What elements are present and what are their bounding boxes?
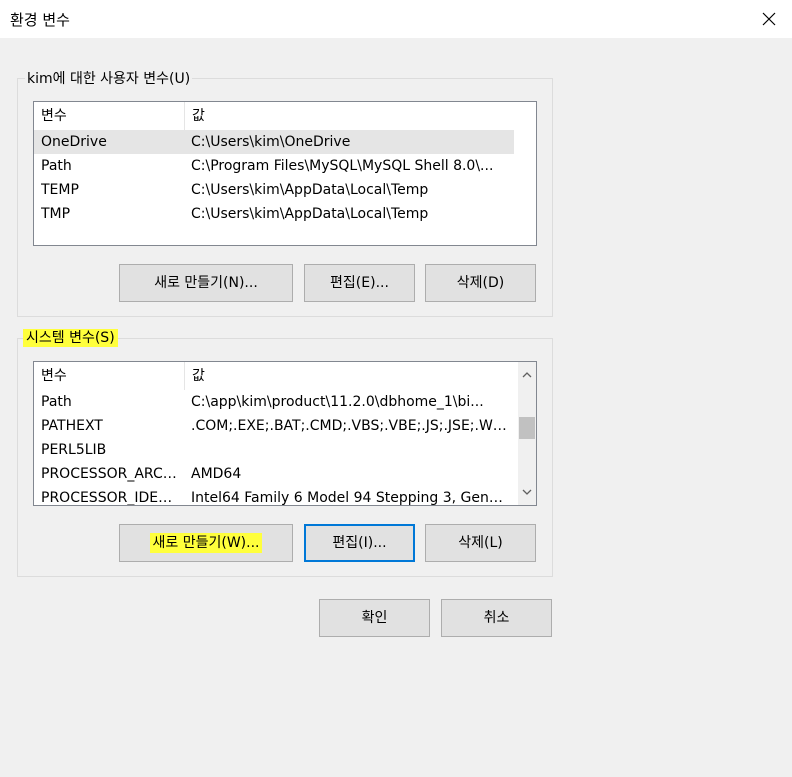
table-row[interactable]: Path C:\Program Files\MySQL\MySQL Shell … bbox=[34, 154, 536, 178]
table-row[interactable]: PROCESSOR_IDENT... Intel64 Family 6 Mode… bbox=[34, 486, 536, 506]
system-new-button[interactable]: 새로 만들기(W)... bbox=[119, 524, 293, 562]
system-delete-button[interactable]: 삭제(L) bbox=[425, 524, 536, 562]
user-new-button[interactable]: 새로 만들기(N)... bbox=[119, 264, 293, 302]
table-row[interactable]: PERL5LIB bbox=[34, 438, 536, 462]
column-header-value[interactable]: 값 bbox=[185, 362, 205, 390]
window-title: 환경 변수 bbox=[10, 11, 70, 29]
variable-value: C:\Users\kim\AppData\Local\Temp bbox=[191, 206, 429, 222]
table-row[interactable]: TMP C:\Users\kim\AppData\Local\Temp bbox=[34, 202, 536, 226]
close-button[interactable] bbox=[746, 0, 792, 38]
table-row[interactable]: TEMP C:\Users\kim\AppData\Local\Temp bbox=[34, 178, 536, 202]
variable-name: PATHEXT bbox=[41, 418, 103, 434]
user-delete-button[interactable]: 삭제(D) bbox=[425, 264, 536, 302]
variable-name: OneDrive bbox=[41, 134, 107, 150]
scroll-up-button[interactable] bbox=[518, 366, 536, 384]
variable-name: Path bbox=[41, 158, 72, 174]
scroll-down-button[interactable] bbox=[518, 483, 536, 501]
chevron-up-icon bbox=[522, 372, 532, 378]
cancel-button[interactable]: 취소 bbox=[441, 599, 552, 637]
variable-name: PERL5LIB bbox=[41, 442, 107, 458]
variable-value: AMD64 bbox=[191, 466, 242, 482]
variable-value: C:\Users\kim\AppData\Local\Temp bbox=[191, 182, 429, 198]
title-bar: 환경 변수 bbox=[0, 0, 792, 38]
user-edit-button[interactable]: 편집(E)... bbox=[304, 264, 415, 302]
variable-value: C:\app\kim\product\11.2.0\dbhome_1\bi... bbox=[191, 394, 484, 410]
table-row[interactable]: PROCESSOR_ARCH... AMD64 bbox=[34, 462, 536, 486]
variable-value: Intel64 Family 6 Model 94 Stepping 3, Ge… bbox=[191, 490, 509, 506]
variable-name: Path bbox=[41, 394, 72, 410]
variable-value: C:\Program Files\MySQL\MySQL Shell 8.0\.… bbox=[191, 158, 494, 174]
variable-value: .COM;.EXE;.BAT;.CMD;.VBS;.VBE;.JS;.JSE;.… bbox=[191, 418, 509, 434]
scroll-thumb[interactable] bbox=[519, 417, 535, 439]
chevron-down-icon bbox=[522, 489, 532, 495]
variable-name: PROCESSOR_ARCH... bbox=[41, 466, 181, 482]
table-row[interactable]: OneDrive C:\Users\kim\OneDrive bbox=[34, 130, 514, 154]
list-header: 변수 값 bbox=[34, 362, 536, 390]
column-header-variable[interactable]: 변수 bbox=[34, 362, 185, 390]
ok-button[interactable]: 확인 bbox=[319, 599, 430, 637]
variable-name: TMP bbox=[41, 206, 71, 222]
list-header: 변수 값 bbox=[34, 102, 536, 130]
user-variables-label: kim에 대한 사용자 변수(U) bbox=[25, 70, 193, 88]
table-row[interactable]: Path C:\app\kim\product\11.2.0\dbhome_1\… bbox=[34, 390, 536, 414]
variable-value: C:\Users\kim\OneDrive bbox=[191, 134, 351, 150]
user-variables-list[interactable]: 변수 값 OneDrive C:\Users\kim\OneDrive Path… bbox=[33, 101, 537, 246]
column-header-value[interactable]: 값 bbox=[185, 102, 205, 130]
system-edit-button[interactable]: 편집(I)... bbox=[304, 524, 415, 562]
table-row[interactable]: PATHEXT .COM;.EXE;.BAT;.CMD;.VBS;.VBE;.J… bbox=[34, 414, 536, 438]
vertical-scrollbar[interactable] bbox=[518, 362, 536, 505]
variable-name: TEMP bbox=[41, 182, 79, 198]
close-icon bbox=[762, 12, 776, 26]
system-variables-list[interactable]: 변수 값 Path C:\app\kim\product\11.2.0\dbho… bbox=[33, 361, 537, 506]
variable-name: PROCESSOR_IDENT... bbox=[41, 490, 181, 506]
column-header-variable[interactable]: 변수 bbox=[34, 102, 185, 130]
system-variables-label: 시스템 변수(S) bbox=[23, 329, 118, 347]
system-new-button-label: 새로 만들기(W)... bbox=[149, 533, 263, 553]
